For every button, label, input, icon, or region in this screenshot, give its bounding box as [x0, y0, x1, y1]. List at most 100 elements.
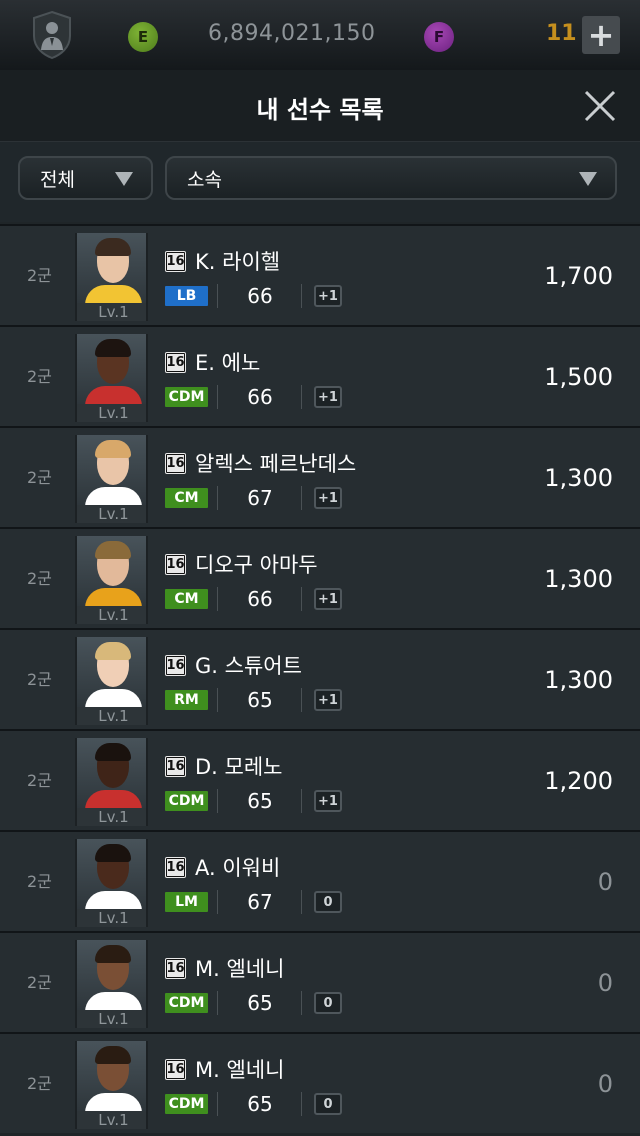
enhancement-badge: +1 [314, 790, 342, 812]
squad-label: 2군 [27, 1074, 52, 1093]
player-row[interactable]: 2군 Lv.1 16 알렉스 페르난데스 CM 67 +1 1,300 [0, 426, 640, 527]
player-name: E. 에노 [195, 351, 261, 375]
divider [217, 284, 218, 308]
squad-label: 2군 [27, 670, 52, 689]
player-row[interactable]: 2군 Lv.1 16 A. 이워비 LM 67 0 0 [0, 830, 640, 931]
player-price: 1,700 [544, 262, 613, 290]
e-coin-amount: 6,894,021,150 [208, 21, 376, 46]
player-card[interactable]: Lv.1 [75, 839, 148, 927]
e-coin-icon: E [128, 22, 158, 52]
f-coin-amount: 11 [546, 21, 577, 46]
position-badge: LB [165, 286, 208, 306]
player-level: Lv.1 [77, 808, 146, 826]
page-header: 내 선수 목록 [0, 70, 640, 142]
position-badge: CDM [165, 387, 208, 407]
divider [217, 890, 218, 914]
enhancement-badge: +1 [314, 386, 342, 408]
divider [301, 486, 302, 510]
squad-label: 2군 [27, 266, 52, 285]
player-photo [77, 940, 146, 1012]
player-overall: 65 [247, 688, 273, 712]
player-overall: 65 [247, 991, 273, 1015]
enhancement-badge: +1 [314, 487, 342, 509]
player-row[interactable]: 2군 Lv.1 16 E. 에노 CDM 66 +1 1,500 [0, 325, 640, 426]
position-badge: CDM [165, 791, 208, 811]
season-badge: 16 [165, 1059, 186, 1080]
enhancement-badge: 0 [314, 891, 342, 913]
season-badge: 16 [165, 352, 186, 373]
close-icon[interactable] [580, 86, 620, 126]
player-card[interactable]: Lv.1 [75, 1041, 148, 1129]
player-card[interactable]: Lv.1 [75, 334, 148, 422]
player-name: A. 이워비 [195, 856, 281, 880]
player-card[interactable]: Lv.1 [75, 738, 148, 826]
chevron-down-icon [579, 172, 597, 186]
player-card[interactable]: Lv.1 [75, 536, 148, 624]
player-row[interactable]: 2군 Lv.1 16 M. 엘네니 CDM 65 0 0 [0, 1032, 640, 1133]
season-badge: 16 [165, 554, 186, 575]
season-badge: 16 [165, 251, 186, 272]
player-row[interactable]: 2군 Lv.1 16 K. 라이헬 LB 66 +1 1,700 [0, 224, 640, 325]
divider [217, 587, 218, 611]
divider [217, 991, 218, 1015]
player-overall: 67 [247, 890, 273, 914]
player-row[interactable]: 2군 Lv.1 16 디오구 아마두 CM 66 +1 1,300 [0, 527, 640, 628]
player-row[interactable]: 2군 Lv.1 16 D. 모레노 CDM 65 +1 1,200 [0, 729, 640, 830]
player-photo [77, 536, 146, 608]
club-emblem-icon[interactable] [30, 10, 74, 60]
filter-all-label: 전체 [40, 168, 75, 191]
position-badge: CM [165, 488, 208, 508]
player-price: 1,300 [544, 565, 613, 593]
season-badge: 16 [165, 857, 186, 878]
player-name: D. 모레노 [195, 755, 283, 779]
enhancement-badge: 0 [314, 1093, 342, 1115]
player-price: 1,300 [544, 666, 613, 694]
squad-label: 2군 [27, 468, 52, 487]
divider [217, 1092, 218, 1116]
divider [301, 890, 302, 914]
squad-label: 2군 [27, 973, 52, 992]
player-overall: 65 [247, 789, 273, 813]
player-level: Lv.1 [77, 303, 146, 321]
position-badge: CDM [165, 993, 208, 1013]
player-overall: 66 [247, 587, 273, 611]
filter-bar: 전체 소속 [0, 142, 640, 222]
player-photo [77, 839, 146, 911]
divider [301, 385, 302, 409]
season-badge: 16 [165, 756, 186, 777]
player-overall: 67 [247, 486, 273, 510]
page-title: 내 선수 목록 [256, 96, 384, 124]
enhancement-badge: +1 [314, 588, 342, 610]
add-coin-button[interactable]: + [582, 16, 620, 54]
player-list[interactable]: 2군 Lv.1 16 K. 라이헬 LB 66 +1 1,700 2군 Lv.1 [0, 222, 640, 1136]
player-card[interactable]: Lv.1 [75, 435, 148, 523]
player-price: 0 [597, 969, 613, 997]
filter-all-dropdown[interactable]: 전체 [18, 156, 153, 200]
divider [217, 486, 218, 510]
player-card[interactable]: Lv.1 [75, 637, 148, 725]
player-level: Lv.1 [77, 707, 146, 725]
player-name: M. 엘네니 [195, 1058, 285, 1082]
filter-team-dropdown[interactable]: 소속 [165, 156, 617, 200]
player-photo [77, 334, 146, 406]
player-photo [77, 738, 146, 810]
divider [301, 1092, 302, 1116]
player-row[interactable]: 2군 Lv.1 16 G. 스튜어트 RM 65 +1 1,300 [0, 628, 640, 729]
f-coin-icon: F [424, 22, 454, 52]
enhancement-badge: 0 [314, 992, 342, 1014]
player-row[interactable]: 2군 Lv.1 16 M. 엘네니 CDM 65 0 0 [0, 931, 640, 1032]
squad-label: 2군 [27, 569, 52, 588]
position-badge: LM [165, 892, 208, 912]
squad-label: 2군 [27, 367, 52, 386]
player-price: 0 [597, 1070, 613, 1098]
player-overall: 66 [247, 284, 273, 308]
player-overall: 66 [247, 385, 273, 409]
chevron-down-icon [115, 172, 133, 186]
divider [301, 991, 302, 1015]
player-photo [77, 1041, 146, 1113]
player-price: 0 [597, 868, 613, 896]
player-card[interactable]: Lv.1 [75, 940, 148, 1028]
currency-bar: E 6,894,021,150 F 11 + [0, 0, 640, 70]
player-overall: 65 [247, 1092, 273, 1116]
player-card[interactable]: Lv.1 [75, 233, 148, 321]
